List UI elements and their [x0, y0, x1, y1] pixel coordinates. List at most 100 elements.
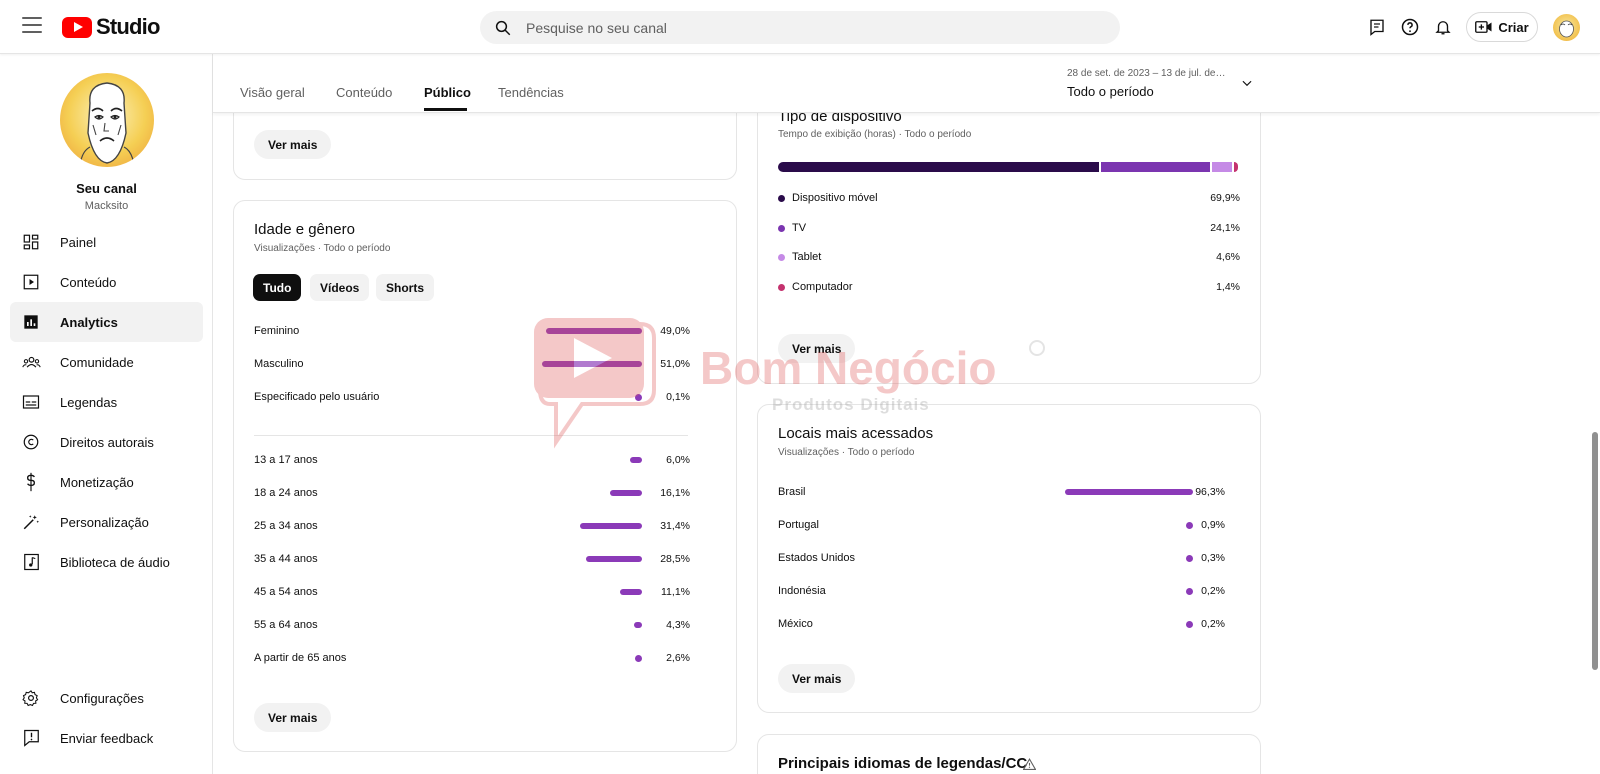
- account-avatar[interactable]: [1553, 14, 1580, 41]
- percentage-bar: [545, 328, 642, 334]
- sidebar-item-label: Personalização: [60, 514, 149, 530]
- help-icon[interactable]: [1398, 15, 1422, 39]
- studio-logo[interactable]: Studio: [62, 14, 160, 40]
- search-input[interactable]: [526, 19, 1086, 36]
- card-subtitle: Visualizações · Todo o período: [254, 243, 391, 254]
- row-value: 51,0%: [660, 358, 690, 370]
- subtitles-icon: [21, 392, 41, 412]
- percentage-bar: [542, 361, 642, 367]
- row-label: 18 a 24 anos: [254, 487, 318, 499]
- content-icon: [21, 272, 41, 292]
- sidebar-item-analytics[interactable]: Analytics: [10, 302, 203, 342]
- chip-videos[interactable]: Vídeos: [310, 274, 370, 301]
- card-subtitle: Tempo de exibição (horas) · Todo o perío…: [778, 129, 972, 140]
- row-label: Estados Unidos: [778, 552, 856, 564]
- tab-trends[interactable]: Tendências: [498, 85, 564, 100]
- channel-title: Seu canal: [76, 181, 137, 196]
- legend-value: 1,4%: [1216, 280, 1240, 293]
- tab-overview[interactable]: Visão geral: [240, 85, 305, 100]
- create-label: Criar: [1498, 19, 1529, 35]
- period-range: 28 de set. de 2023 – 13 de jul. de 2024: [1067, 68, 1227, 79]
- row-label: 13 a 17 anos: [254, 454, 318, 466]
- period-label: Todo o período: [1067, 84, 1154, 99]
- sidebar-item-copyright[interactable]: Direitos autorais: [10, 422, 203, 462]
- row-value: 16,1%: [660, 487, 690, 499]
- sidebar-item-community[interactable]: Comunidade: [10, 342, 203, 382]
- row-label: 25 a 34 anos: [254, 520, 318, 532]
- percentage-bar: [610, 490, 642, 496]
- channel-avatar[interactable]: [60, 73, 154, 167]
- row-value: 4,3%: [666, 619, 690, 631]
- row-label: Portugal: [778, 519, 819, 531]
- row-value: 11,1%: [661, 586, 690, 598]
- sidebar-item-customization[interactable]: Personalização: [10, 502, 203, 542]
- subtitle-languages-card: Principais idiomas de legendas/CC: [757, 734, 1261, 774]
- scrollbar-thumb[interactable]: [1592, 432, 1598, 670]
- sidebar-item-feedback[interactable]: Enviar feedback: [10, 718, 203, 758]
- channel-name: Macksito: [84, 200, 129, 212]
- menu-icon[interactable]: [22, 17, 42, 37]
- row-value: 28,5%: [660, 553, 690, 565]
- device-segment: [1233, 162, 1238, 172]
- active-tab-indicator: [424, 108, 467, 111]
- chip-all[interactable]: Tudo: [253, 274, 302, 301]
- sidebar-item-settings[interactable]: Configurações: [10, 678, 203, 718]
- sidebar-item-content[interactable]: Conteúdo: [10, 262, 203, 302]
- search-box[interactable]: [480, 11, 1120, 44]
- chip-shorts[interactable]: Shorts: [376, 274, 435, 301]
- card-subtitle: Visualizações · Todo o período: [778, 447, 915, 458]
- copyright-icon: [21, 432, 41, 452]
- sidebar-item-monetization[interactable]: Monetização: [10, 462, 203, 502]
- see-more-button[interactable]: Ver mais: [254, 703, 332, 732]
- page-scrollbar[interactable]: [1590, 54, 1600, 774]
- feedback-icon: [21, 728, 41, 748]
- row-label: 35 a 44 anos: [254, 553, 318, 565]
- row-label: Brasil: [778, 486, 806, 498]
- row-value: 0,1%: [666, 391, 690, 403]
- legend-dot: [778, 224, 785, 232]
- see-more-button[interactable]: Ver mais: [778, 334, 856, 363]
- warning-icon[interactable]: [1023, 758, 1036, 770]
- comments-icon[interactable]: [1365, 15, 1389, 39]
- tab-audience[interactable]: Público: [424, 85, 471, 100]
- row-value: 31,4%: [660, 520, 690, 532]
- tab-content[interactable]: Conteúdo: [336, 85, 392, 100]
- row-value: 49,0%: [660, 325, 690, 337]
- sidebar-item-label: Conteúdo: [60, 274, 117, 290]
- top-bar: Studio Criar: [0, 0, 1600, 54]
- customization-icon: [21, 512, 41, 532]
- device-segment: [778, 162, 1099, 172]
- age-gender-card: Idade e gênero Visualizações · Todo o pe…: [233, 200, 737, 752]
- row-label: Masculino: [254, 358, 304, 370]
- sidebar-item-label: Configurações: [60, 690, 144, 706]
- percentage-bar: [620, 589, 642, 595]
- legend-dot: [778, 195, 785, 202]
- card-title: Locais mais acessados: [778, 425, 934, 442]
- analytics-tabs-bar: Visão geral Conteúdo Público Tendências …: [213, 54, 1600, 113]
- percentage-dot: [635, 394, 642, 401]
- percentage-bar: [1064, 489, 1193, 495]
- sidebar-item-label: Analytics: [60, 314, 118, 330]
- sidebar-item-dashboard[interactable]: Painel: [10, 222, 203, 262]
- row-label: 45 a 54 anos: [254, 586, 318, 598]
- chevron-down-icon: [1242, 80, 1252, 87]
- row-value: 0,2%: [1201, 618, 1225, 630]
- see-more-button[interactable]: Ver mais: [778, 664, 856, 693]
- create-video-icon: [1475, 21, 1492, 33]
- sidebar-item-label: Direitos autorais: [60, 434, 154, 450]
- sidebar-item-label: Monetização: [60, 474, 134, 490]
- row-label: México: [778, 618, 813, 630]
- sidebar-item-subtitles[interactable]: Legendas: [10, 382, 203, 422]
- top-locations-card: Locais mais acessados Visualizações · To…: [757, 404, 1261, 713]
- analytics-icon: [21, 312, 41, 332]
- sidebar-item-audio-library[interactable]: Biblioteca de áudio: [10, 542, 203, 582]
- row-label: A partir de 65 anos: [254, 652, 347, 664]
- percentage-bar: [633, 622, 642, 628]
- row-value: 2,6%: [666, 652, 690, 664]
- create-button[interactable]: Criar: [1466, 12, 1538, 42]
- row-value: 0,2%: [1201, 585, 1225, 597]
- see-more-button[interactable]: Ver mais: [254, 130, 332, 159]
- notifications-icon[interactable]: [1431, 15, 1455, 39]
- legend-label: Dispositivo móvel: [792, 192, 878, 204]
- sidebar-item-label: Painel: [60, 234, 97, 250]
